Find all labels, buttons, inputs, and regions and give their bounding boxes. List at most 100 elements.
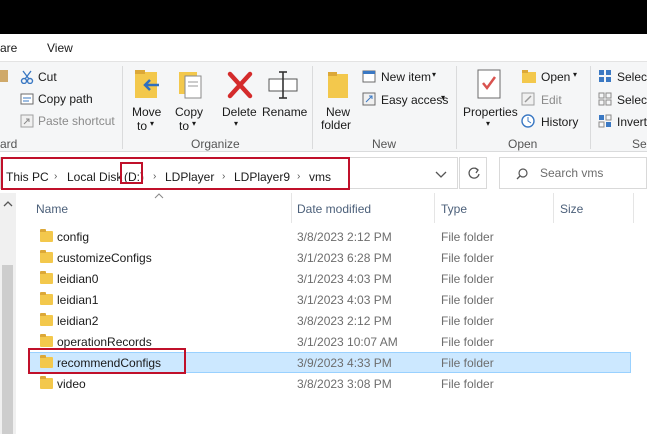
select-none-label: Select [617,93,647,107]
file-date: 3/1/2023 10:07 AM [297,335,398,349]
file-date: 3/1/2023 6:28 PM [297,251,392,265]
title-bar [0,0,647,34]
file-type: File folder [441,377,494,391]
history-icon [521,114,535,128]
scrollbar-thumb[interactable] [2,265,13,434]
column-date-modified[interactable]: Date modified [297,202,371,216]
open-label: Open [541,70,571,84]
folder-icon [40,376,53,389]
column-name[interactable]: Name [36,202,68,216]
column-type[interactable]: Type [441,202,467,216]
file-date: 3/8/2023 3:08 PM [297,377,392,391]
address-highlight-box [1,157,350,190]
organize-group-label: Organize [191,137,240,151]
paste-shortcut-button[interactable]: Paste shortcut [38,114,115,128]
rename-icon [268,71,298,99]
chevron-down-icon: ▾ [432,70,437,79]
file-type: File folder [441,314,494,328]
file-type: File folder [441,272,494,286]
invert-selection-icon [598,114,612,128]
file-name: leidian0 [57,272,99,286]
select-none-icon [598,92,612,106]
file-name: customizeConfigs [57,251,152,265]
file-type: File folder [441,356,494,370]
address-history-dropdown-icon[interactable] [435,170,447,180]
new-item-label: New item [381,70,432,84]
move-to-label: Move [132,105,162,119]
invert-selection-label: Invert [617,115,647,129]
new-folder-icon [328,72,348,98]
group-separator [122,66,123,149]
list-item[interactable]: leidian2 3/8/2023 2:12 PM File folder [28,310,631,331]
chevron-down-icon: ▾ [150,119,155,128]
scissors-icon [20,70,34,84]
file-date: 3/9/2023 4:33 PM [297,356,392,370]
edit-icon [521,92,535,106]
easy-access-icon [362,92,376,106]
folder-icon [40,334,53,347]
select-group-label: Sel [632,137,647,151]
chevron-down-icon: ▾ [441,93,446,102]
file-date: 3/1/2023 4:03 PM [297,293,392,307]
ribbon-tab-bar: are View [0,34,647,61]
group-separator [590,66,591,149]
list-item[interactable]: video 3/8/2023 3:08 PM File folder [28,373,631,394]
file-name: operationRecords [57,335,152,349]
chevron-down-icon: ▾ [573,70,578,79]
file-date: 3/1/2023 4:03 PM [297,272,392,286]
list-item[interactable]: config 3/8/2023 2:12 PM File folder [28,226,631,247]
search-icon [516,168,528,180]
folder-icon [40,229,53,242]
drive-letter-highlight-box [120,162,143,184]
column-size[interactable]: Size [560,202,583,216]
copy-to-icon [179,72,202,99]
new-folder-label: New [326,105,351,119]
copy-path-icon [20,93,34,105]
tab-share[interactable]: are [0,41,17,55]
search-box[interactable]: Search vms [499,157,647,189]
delete-label: Delete [222,105,257,119]
chevron-down-icon: ▾ [192,119,197,128]
navigation-pane-scrollbar[interactable] [0,193,16,434]
paste-shortcut-icon [20,114,34,128]
delete-icon [227,71,253,99]
properties-label: Properties [463,105,518,119]
select-all-label: Select [617,70,647,84]
file-type: File folder [441,293,494,307]
tab-view[interactable]: View [47,41,73,55]
file-type: File folder [441,230,494,244]
ribbon: Cut Copy path Paste shortcut ard Move to… [0,61,647,152]
folder-icon [40,292,53,305]
column-divider[interactable] [633,193,634,223]
cut-button[interactable]: Cut [38,70,57,84]
file-date: 3/8/2023 2:12 PM [297,230,392,244]
folder-icon [40,271,53,284]
new-folder-label-2: folder [321,118,352,132]
column-divider[interactable] [291,193,292,223]
file-date: 3/8/2023 2:12 PM [297,314,392,328]
select-all-icon [599,70,611,82]
open-group-label: Open [508,137,538,151]
folder-icon [40,313,53,326]
file-name: leidian1 [57,293,99,307]
history-label: History [541,115,579,129]
rename-label: Rename [262,105,308,119]
column-header: Name Date modified Type Size [16,193,647,223]
clipboard-group-label: ard [0,137,18,151]
column-divider[interactable] [553,193,554,223]
file-name: leidian2 [57,314,99,328]
list-item[interactable]: leidian0 3/1/2023 4:03 PM File folder [28,268,631,289]
list-item[interactable]: leidian1 3/1/2023 4:03 PM File folder [28,289,631,310]
copy-path-button[interactable]: Copy path [38,92,93,106]
chevron-down-icon: ▾ [234,119,239,128]
new-group-label: New [372,137,397,151]
file-type: File folder [441,251,494,265]
refresh-button[interactable] [459,157,487,189]
scroll-up-arrow-icon[interactable] [3,200,13,208]
refresh-icon [468,167,480,179]
copy-to-label: Copy [175,105,204,119]
list-item[interactable]: customizeConfigs 3/1/2023 6:28 PM File f… [28,247,631,268]
sort-up-icon [154,193,164,199]
open-icon [522,70,536,83]
column-divider[interactable] [434,193,435,223]
